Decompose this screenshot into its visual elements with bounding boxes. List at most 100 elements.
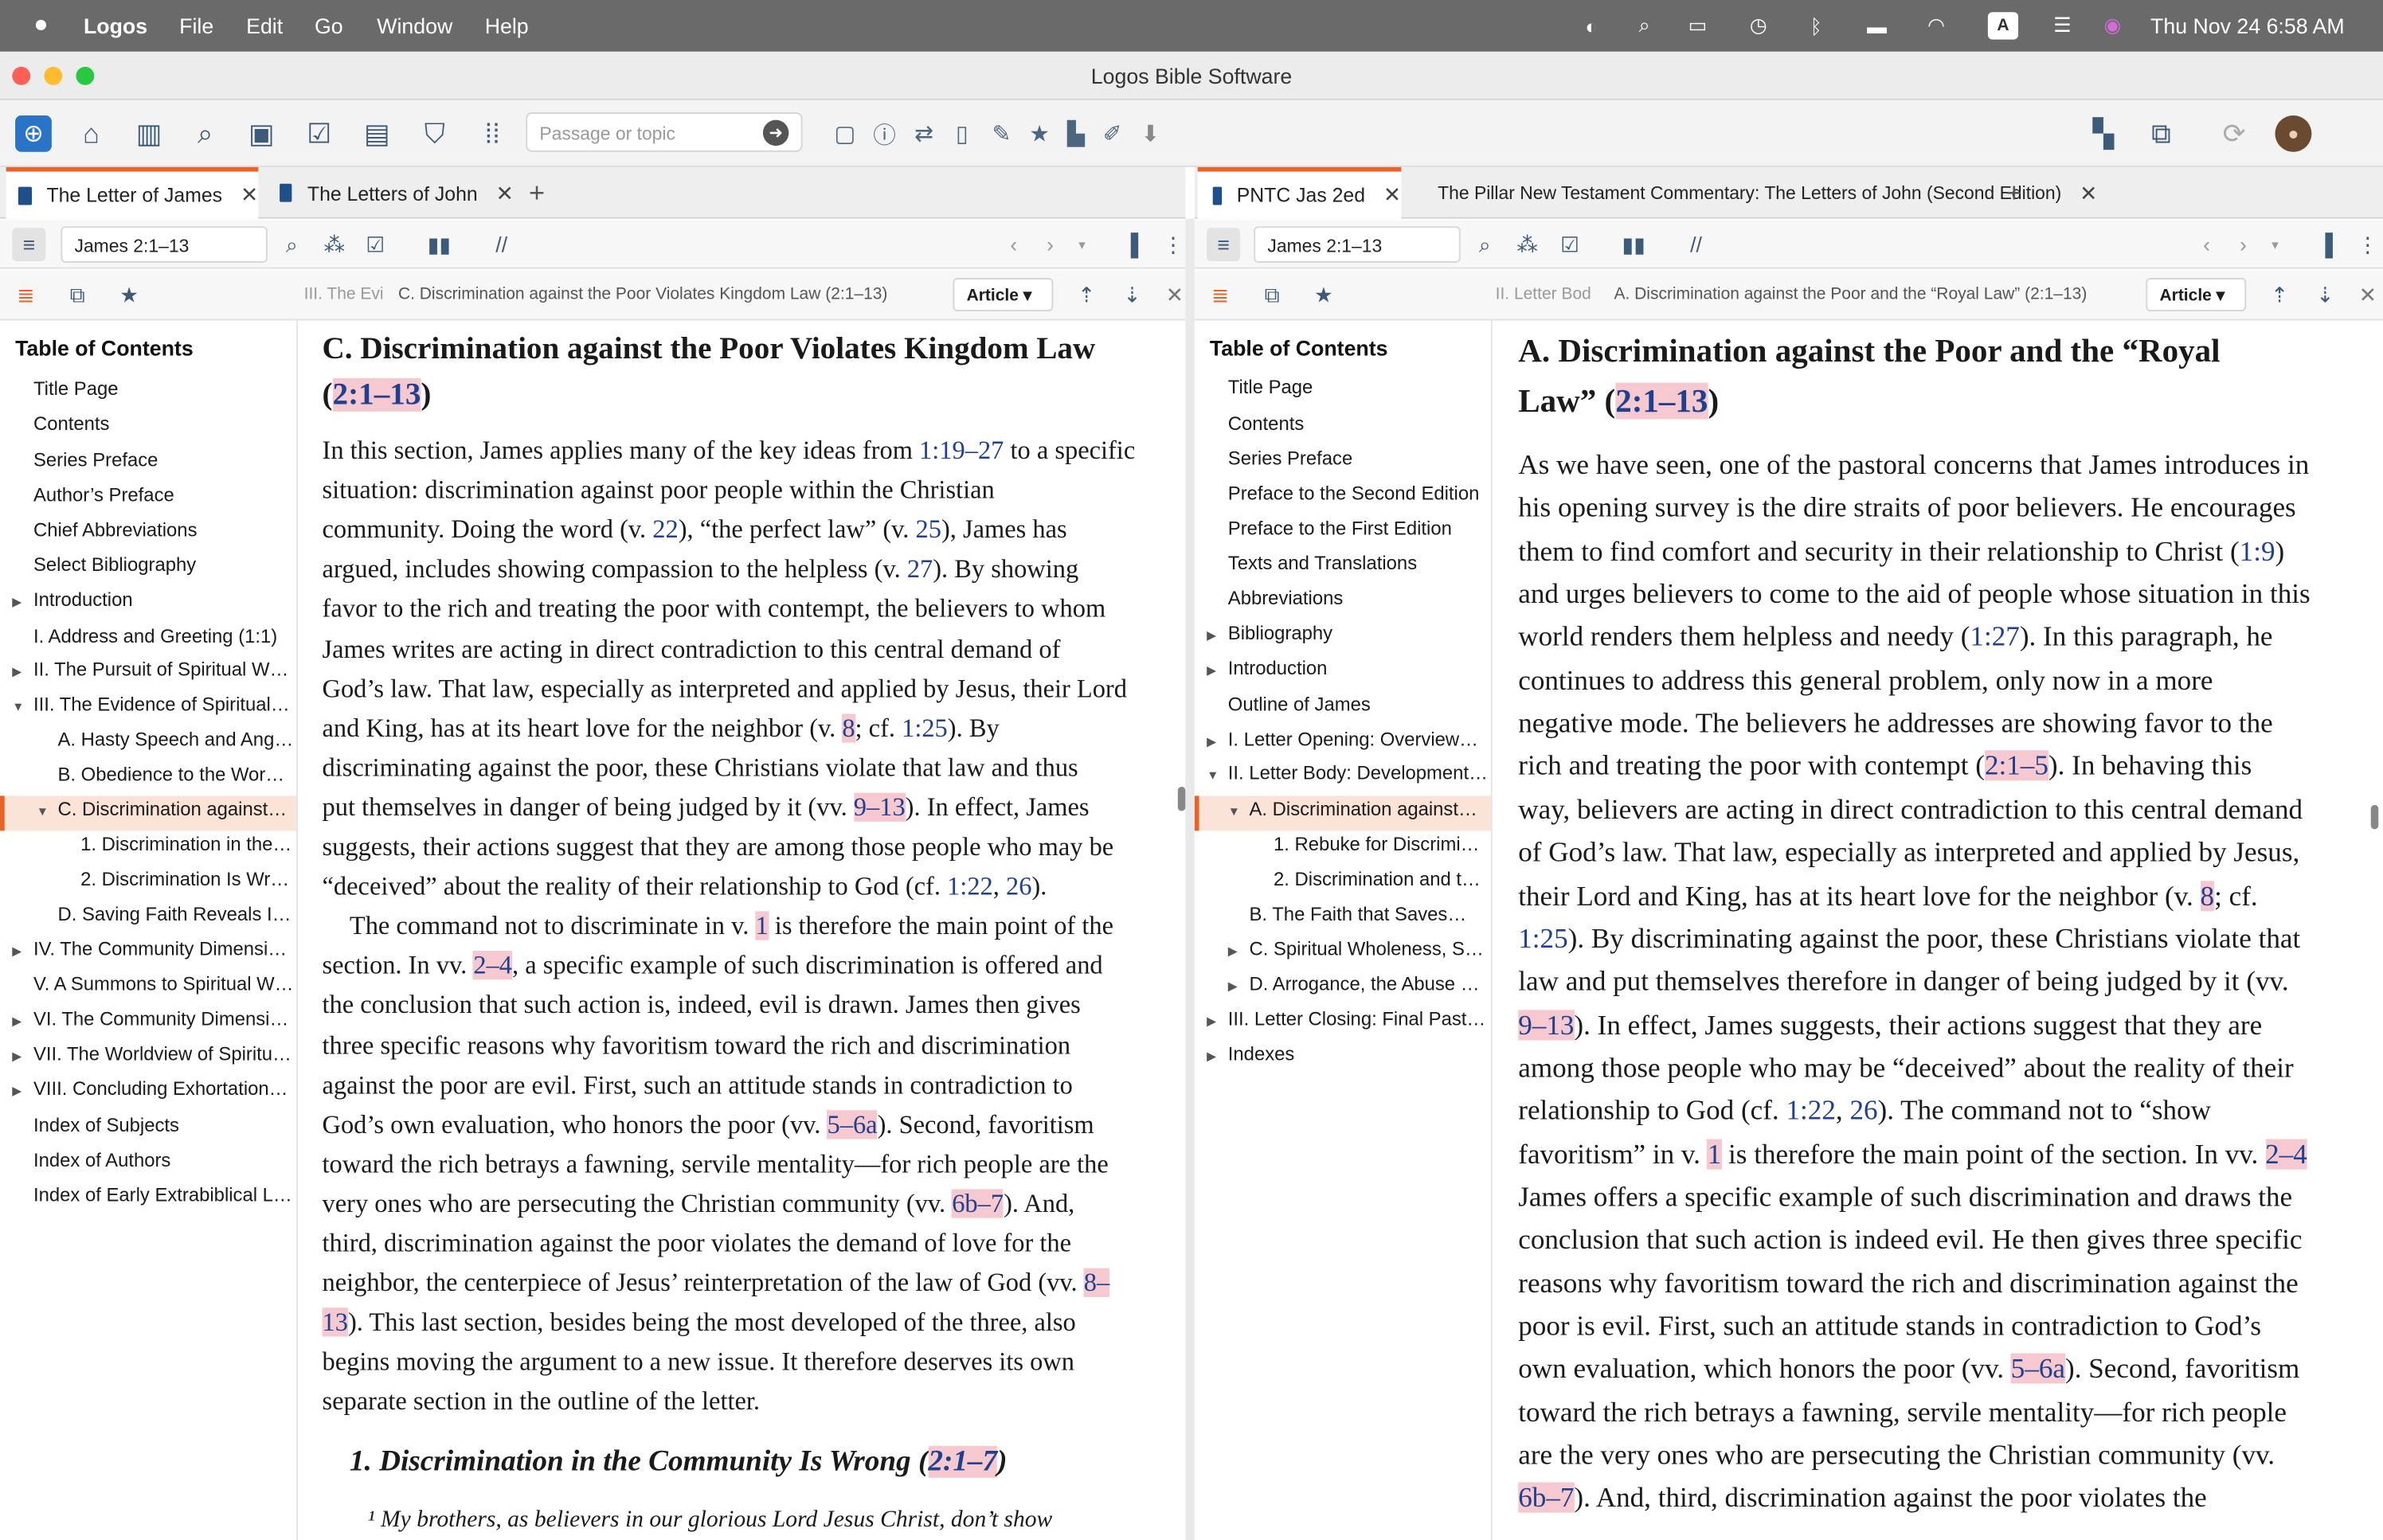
scripture-reference-link[interactable]: 1:9 bbox=[2240, 536, 2275, 566]
spotlight-search-icon[interactable]: ⌕ bbox=[1630, 12, 1657, 39]
menu-edit[interactable]: Edit bbox=[246, 14, 283, 38]
new-tab-plus-icon[interactable]: + bbox=[529, 167, 545, 219]
history-dropdown-icon[interactable]: ▾ bbox=[2261, 231, 2288, 258]
screen-mirroring-icon[interactable]: ▭ bbox=[1684, 12, 1711, 39]
toc-item[interactable]: IV. The Community Dimensi… bbox=[33, 939, 295, 960]
favorites-star-icon[interactable]: ★ bbox=[115, 281, 143, 308]
time-machine-icon[interactable]: ◷ bbox=[1745, 12, 1772, 39]
scripture-reference-link[interactable]: 1:25 bbox=[902, 713, 948, 742]
toc-item[interactable]: Chief Abbreviations bbox=[33, 519, 295, 541]
toc-item[interactable]: II. Letter Body: Development… bbox=[1228, 762, 1489, 784]
scripture-reference-link[interactable]: 1:22 bbox=[1786, 1096, 1835, 1126]
tab-letter-of-james[interactable]: The Letter of James ✕ bbox=[6, 166, 259, 219]
control-center-icon[interactable]: ☰ bbox=[2048, 12, 2076, 39]
search-icon[interactable]: ⌕ bbox=[278, 231, 305, 258]
visual-filters-icon[interactable]: ⁂ bbox=[321, 231, 348, 258]
scripture-reference-link[interactable]: 2–4 bbox=[2265, 1138, 2307, 1169]
toc-item[interactable]: 2. Discrimination Is Wr… bbox=[80, 869, 295, 890]
split-view-icon[interactable]: ▐ bbox=[1117, 231, 1144, 258]
collapsed-triangle-icon[interactable]: ▶ bbox=[12, 944, 22, 958]
panel-divider[interactable] bbox=[1185, 218, 1195, 1540]
sync-icon[interactable]: ⟳ bbox=[2216, 115, 2252, 152]
battery-icon[interactable]: ▬ bbox=[1857, 12, 1897, 39]
breadcrumb-current[interactable]: A. Discrimination against the Poor and t… bbox=[1614, 286, 2134, 304]
collapsed-triangle-icon[interactable]: ▶ bbox=[1228, 979, 1238, 993]
expanded-triangle-icon[interactable]: ▼ bbox=[1228, 805, 1240, 819]
checkbox-icon[interactable]: ☑ bbox=[1556, 231, 1583, 258]
breadcrumb-current[interactable]: C. Discrimination against the Poor Viola… bbox=[398, 286, 939, 304]
menu-go[interactable]: Go bbox=[315, 14, 343, 38]
more-options-icon[interactable]: ⋮ bbox=[2354, 231, 2381, 258]
home-icon[interactable]: ⌂ bbox=[73, 115, 110, 152]
toc-item[interactable]: A. Discrimination against… bbox=[1250, 799, 1489, 820]
user-avatar[interactable]: ● bbox=[2275, 115, 2312, 152]
forward-chevron-icon[interactable]: › bbox=[1036, 231, 1063, 258]
visual-filters-icon[interactable]: ⁂ bbox=[1514, 231, 1541, 258]
collapsed-triangle-icon[interactable]: ▶ bbox=[1207, 629, 1216, 643]
scripture-reference-link[interactable]: 26 bbox=[1849, 1096, 1877, 1126]
logos-guide-icon[interactable]: ⊕ bbox=[15, 115, 52, 152]
scripture-reference-link[interactable]: 2–4 bbox=[473, 951, 512, 980]
close-tab-icon[interactable]: ✕ bbox=[241, 182, 258, 208]
toc-item[interactable]: B. The Faith that Saves… bbox=[1250, 904, 1489, 925]
scripture-reference-link[interactable]: 2:1–5 bbox=[1984, 751, 2048, 782]
toc-item[interactable]: D. Arrogance, the Abuse o… bbox=[1250, 974, 1489, 995]
toc-item[interactable]: 1. Rebuke for Discrimin… bbox=[1274, 834, 1489, 855]
previous-section-icon[interactable]: ⇡ bbox=[1073, 281, 1100, 308]
tools-grid-icon[interactable]: ⁞⁞ bbox=[474, 115, 511, 152]
input-source-badge[interactable]: A bbox=[1987, 12, 2019, 40]
view-mode-dropdown[interactable]: Article ▾ bbox=[953, 278, 1054, 311]
toc-item[interactable]: Abbreviations bbox=[1228, 588, 1489, 609]
toc-view-icon[interactable]: ≣ bbox=[12, 281, 39, 308]
toc-item[interactable]: B. Obedience to the Word… bbox=[58, 764, 295, 785]
toc-view-icon[interactable]: ≣ bbox=[1207, 281, 1234, 308]
search-icon[interactable]: ⌕ bbox=[187, 115, 224, 152]
toc-item[interactable]: Index of Early Extrabiblical Li… bbox=[33, 1185, 295, 1206]
scripture-reference-link[interactable]: 5–6a bbox=[827, 1109, 878, 1139]
notes-icon[interactable]: ▯ bbox=[944, 115, 980, 152]
toc-item[interactable]: Title Page bbox=[1228, 377, 1489, 398]
scripture-reference-link[interactable]: 1 bbox=[755, 911, 769, 940]
scripture-reference-link[interactable]: 1:25 bbox=[1518, 923, 1567, 953]
collapsed-triangle-icon[interactable]: ▶ bbox=[1228, 944, 1238, 958]
menu-window[interactable]: Window bbox=[377, 14, 452, 38]
toc-item[interactable]: C. Spiritual Wholeness, S… bbox=[1250, 939, 1489, 960]
passage-search-input[interactable]: Passage or topic bbox=[526, 112, 803, 152]
go-arrow-icon[interactable]: ➜ bbox=[762, 119, 789, 147]
favorite-star-icon[interactable]: ★ bbox=[1021, 115, 1058, 152]
scripture-reference-link[interactable]: 1:19–27 bbox=[919, 436, 1004, 464]
close-subbar-icon[interactable]: ✕ bbox=[1161, 281, 1188, 308]
scripture-reference-link[interactable]: 5–6a bbox=[2011, 1354, 2066, 1385]
collapsed-triangle-icon[interactable]: ▶ bbox=[1207, 663, 1216, 677]
scripture-reference-link[interactable]: 9–13 bbox=[853, 792, 906, 822]
collapsed-triangle-icon[interactable]: ▶ bbox=[1207, 1049, 1216, 1063]
scripture-reference-link[interactable]: 6b–7 bbox=[1518, 1483, 1575, 1513]
download-icon[interactable]: ⬇ bbox=[1133, 115, 1169, 152]
scripture-reference-link[interactable]: 13 bbox=[322, 1307, 348, 1337]
heading-reference-link[interactable]: 2:1–13 bbox=[1615, 382, 1708, 420]
split-view-icon[interactable]: ▐ bbox=[2311, 231, 2338, 258]
view-mode-dropdown[interactable]: Article ▾ bbox=[2146, 278, 2247, 311]
collapsed-triangle-icon[interactable]: ▶ bbox=[12, 665, 22, 678]
close-tab-icon[interactable]: ✕ bbox=[496, 180, 514, 205]
collapsed-triangle-icon[interactable]: ▶ bbox=[1207, 735, 1216, 749]
scripture-reference-link[interactable]: 25 bbox=[916, 515, 941, 544]
layers-icon[interactable]: ▢ bbox=[827, 115, 863, 152]
panel-menu-icon[interactable]: ≡ bbox=[1207, 228, 1241, 262]
breadcrumb-parent[interactable]: II. Letter Bod bbox=[1496, 286, 1608, 304]
next-section-icon[interactable]: ⇣ bbox=[2311, 281, 2338, 308]
back-chevron-icon[interactable]: ‹ bbox=[2193, 231, 2220, 258]
parallel-view-icon[interactable]: ▮▮ bbox=[1620, 231, 1647, 258]
parallel-icon[interactable]: ⇄ bbox=[906, 115, 942, 152]
expanded-triangle-icon[interactable]: ▼ bbox=[12, 700, 24, 713]
forward-chevron-icon[interactable]: › bbox=[2229, 231, 2256, 258]
breadcrumb-parent[interactable]: III. The Evi bbox=[304, 286, 393, 304]
new-tab-plus-icon[interactable]: + bbox=[2006, 167, 2022, 219]
guides-icon[interactable]: ▣ bbox=[243, 115, 280, 152]
scripture-reference-link[interactable]: 6b–7 bbox=[952, 1189, 1004, 1218]
toc-item[interactable]: A. Hasty Speech and Ange… bbox=[58, 729, 295, 751]
toc-item[interactable]: Preface to the First Edition bbox=[1228, 518, 1489, 539]
collapsed-triangle-icon[interactable]: ▶ bbox=[12, 1085, 22, 1098]
parallel-view-icon[interactable]: ▮▮ bbox=[425, 231, 452, 258]
menu-help[interactable]: Help bbox=[485, 14, 529, 38]
